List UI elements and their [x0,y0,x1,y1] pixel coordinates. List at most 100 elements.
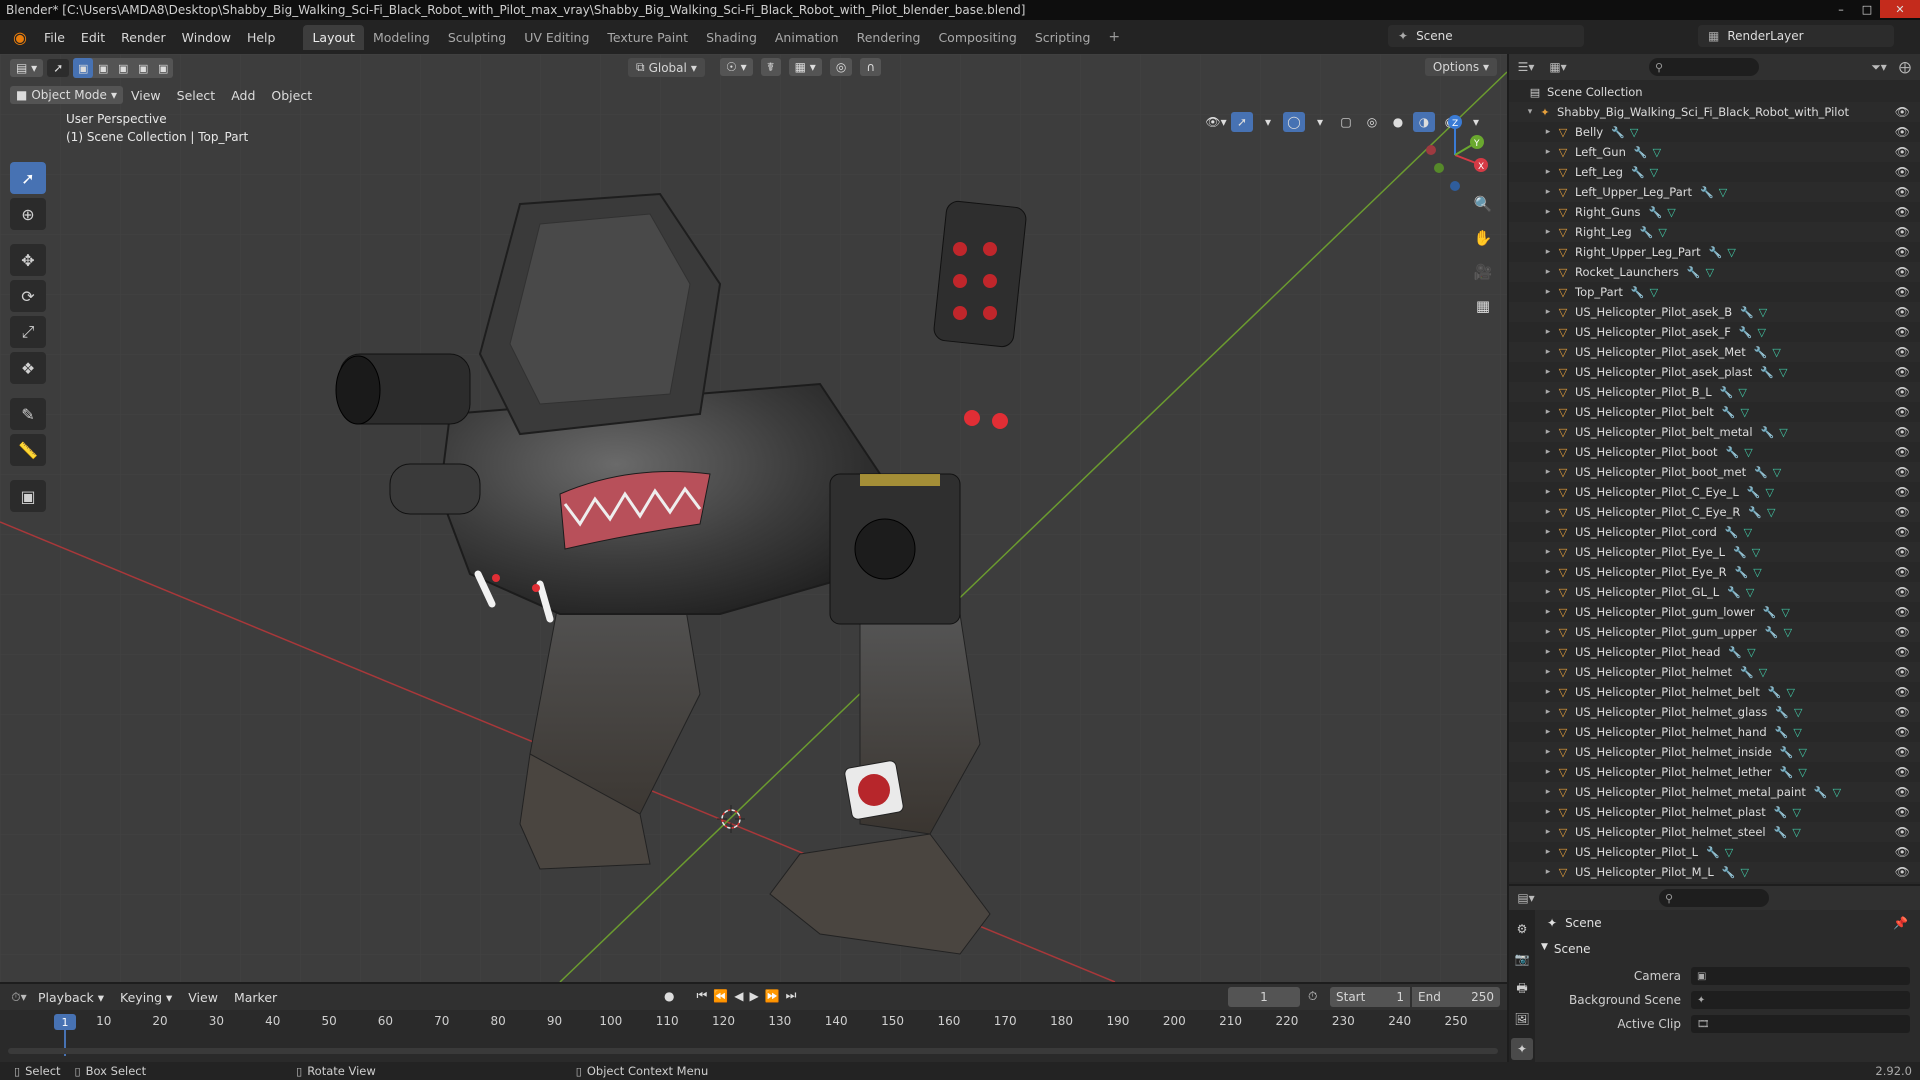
outliner-row[interactable]: ▸ ▽ US_Helicopter_Pilot_C_Eye_L 🔧 ▽ 👁 [1509,482,1920,502]
eye-icon[interactable]: 👁 [1895,825,1910,839]
expand-arrow-icon[interactable]: ▸ [1541,207,1555,217]
pivot-point-button[interactable]: ☉ ▾ [720,58,753,76]
expand-arrow-icon[interactable]: ▸ [1541,267,1555,277]
render-layer-selector[interactable]: ▦ RenderLayer [1698,25,1894,47]
modifier-wrench-icon[interactable]: 🔧 [1754,346,1768,359]
active-clip-field[interactable]: 🎞 [1691,1015,1910,1033]
mesh-data-icon[interactable]: ▽ [1759,666,1767,679]
expand-arrow-icon[interactable]: ▸ [1541,827,1555,837]
outliner-row[interactable]: ▸ ▽ Top_Part 🔧 ▽ 👁 [1509,282,1920,302]
add-cube-tool-icon[interactable]: ▣ [10,480,46,512]
eye-icon[interactable]: 👁 [1895,805,1910,819]
mode-dropdown[interactable]: ■ Object Mode ▾ [10,86,123,104]
modifier-wrench-icon[interactable]: 🔧 [1780,766,1794,779]
mesh-data-icon[interactable]: ▽ [1650,286,1658,299]
outliner-row[interactable]: ▸ ▽ US_Helicopter_Pilot_L 🔧 ▽ 👁 [1509,842,1920,862]
eye-icon[interactable]: 👁 [1895,745,1910,759]
mesh-data-icon[interactable]: ▽ [1658,226,1666,239]
pan-hand-icon[interactable]: ✋ [1469,224,1497,252]
mesh-data-icon[interactable]: ▽ [1779,426,1787,439]
select-invert-icon[interactable]: ▣ [133,58,153,78]
mesh-data-icon[interactable]: ▽ [1798,766,1806,779]
scene-selector[interactable]: ✦ Scene [1388,25,1584,47]
mesh-data-icon[interactable]: ▽ [1784,626,1792,639]
gizmo-dropdown-icon[interactable]: ▾ [1257,112,1279,132]
modifier-wrench-icon[interactable]: 🔧 [1687,266,1701,279]
modifier-wrench-icon[interactable]: 🔧 [1735,566,1749,579]
modifier-wrench-icon[interactable]: 🔧 [1814,786,1828,799]
eye-icon[interactable]: 👁 [1895,125,1910,139]
collapse-arrow-icon[interactable]: ▾ [1523,107,1537,117]
new-collection-icon[interactable]: ⨁ [1894,56,1916,78]
mesh-data-icon[interactable]: ▽ [1779,366,1787,379]
navigation-gizmo[interactable]: Z X Y [1415,110,1495,200]
expand-arrow-icon[interactable]: ▸ [1541,167,1555,177]
tab-texture-paint[interactable]: Texture Paint [598,25,697,50]
outliner-row[interactable]: ▸ ▽ US_Helicopter_Pilot_B_L 🔧 ▽ 👁 [1509,382,1920,402]
eye-icon[interactable]: 👁 [1895,145,1910,159]
eye-icon[interactable]: 👁 [1895,165,1910,179]
menu-render[interactable]: Render [113,27,174,48]
editor-type-button[interactable]: ▤ ▾ [10,59,44,77]
eye-icon[interactable]: 👁 [1895,385,1910,399]
tab-shading[interactable]: Shading [697,25,766,50]
overlays-dropdown-icon[interactable]: ▾ [1309,112,1331,132]
move-tool-icon[interactable]: ✥ [10,244,46,276]
render-tab-icon[interactable]: 📷 [1511,948,1533,970]
modifier-wrench-icon[interactable]: 🔧 [1739,326,1753,339]
mesh-data-icon[interactable]: ▽ [1746,586,1754,599]
modifier-wrench-icon[interactable]: 🔧 [1774,806,1788,819]
outliner-row[interactable]: ▸ ▽ US_Helicopter_Pilot_helmet_metal_paint… [1509,782,1920,802]
view-layer-tab-icon[interactable]: 🖼 [1511,1008,1533,1030]
menu-playback[interactable]: Playback ▾ [30,988,112,1007]
modifier-wrench-icon[interactable]: 🔧 [1725,526,1739,539]
scene-panel-header[interactable]: ▼ Scene [1541,942,1591,956]
eye-icon[interactable]: 👁 [1895,205,1910,219]
expand-arrow-icon[interactable]: ▸ [1541,787,1555,797]
eye-icon[interactable]: 👁 [1895,845,1910,859]
expand-arrow-icon[interactable]: ▸ [1541,187,1555,197]
xray-toggle-icon[interactable]: ▢ [1335,112,1357,132]
eye-icon[interactable]: 👁 [1895,665,1910,679]
outliner-row[interactable]: ▸ ▽ US_Helicopter_Pilot_asek_plast 🔧 ▽ 👁 [1509,362,1920,382]
expand-arrow-icon[interactable]: ▸ [1541,567,1555,577]
start-frame-field[interactable]: Start 1 [1330,987,1410,1007]
timeline-ruler[interactable]: 10 20 30 40 50 60 70 80 90 100 110 120 130 140 150 160 1… [8,1010,1498,1032]
outliner-row[interactable]: ▸ ▽ US_Helicopter_Pilot_boot_met 🔧 ▽ 👁 [1509,462,1920,482]
eye-icon[interactable]: 👁 [1895,185,1910,199]
menu-object[interactable]: Object [263,86,320,105]
shading-wireframe-icon[interactable]: ◎ [1361,112,1383,132]
expand-arrow-icon[interactable]: ▸ [1541,587,1555,597]
modifier-wrench-icon[interactable]: 🔧 [1747,486,1761,499]
menu-edit[interactable]: Edit [73,27,113,48]
eye-icon[interactable]: 👁 [1895,325,1910,339]
expand-arrow-icon[interactable]: ▸ [1541,127,1555,137]
expand-arrow-icon[interactable]: ▸ [1541,387,1555,397]
snap-target-button[interactable]: ▦ ▾ [788,58,822,76]
blender-logo-icon[interactable]: ◉ [8,25,32,49]
transform-tool-icon[interactable]: ❖ [10,352,46,384]
ortho-grid-icon[interactable]: ▦ [1469,292,1497,320]
mesh-data-icon[interactable]: ▽ [1719,186,1727,199]
eye-icon[interactable]: 👁 [1895,425,1910,439]
tab-animation[interactable]: Animation [766,25,848,50]
mesh-data-icon[interactable]: ▽ [1765,486,1773,499]
modifier-wrench-icon[interactable]: 🔧 [1740,306,1754,319]
maximize-button[interactable]: □ [1854,0,1880,18]
expand-arrow-icon[interactable]: ▸ [1541,507,1555,517]
outliner-row[interactable]: ▸ ▽ Belly 🔧 ▽ 👁 [1509,122,1920,142]
outliner-row[interactable]: ▸ ▽ US_Helicopter_Pilot_Eye_R 🔧 ▽ 👁 [1509,562,1920,582]
eye-icon[interactable]: 👁 [1895,105,1910,119]
expand-arrow-icon[interactable]: ▸ [1541,547,1555,557]
zoom-icon[interactable]: 🔍 [1469,190,1497,218]
outliner-row[interactable]: ▸ ▽ US_Helicopter_Pilot_helmet_lether 🔧 ▽ 👁 [1509,762,1920,782]
properties-editor-type-icon[interactable]: ▤▾ [1515,887,1537,909]
modifier-wrench-icon[interactable]: 🔧 [1763,606,1777,619]
eye-icon[interactable]: 👁 [1895,585,1910,599]
eye-icon[interactable]: 👁 [1895,285,1910,299]
eye-icon[interactable]: 👁 [1895,545,1910,559]
mesh-data-icon[interactable]: ▽ [1793,806,1801,819]
mesh-data-icon[interactable]: ▽ [1740,866,1748,879]
modifier-wrench-icon[interactable]: 🔧 [1728,646,1742,659]
pin-icon[interactable]: 📌 [1893,916,1908,930]
